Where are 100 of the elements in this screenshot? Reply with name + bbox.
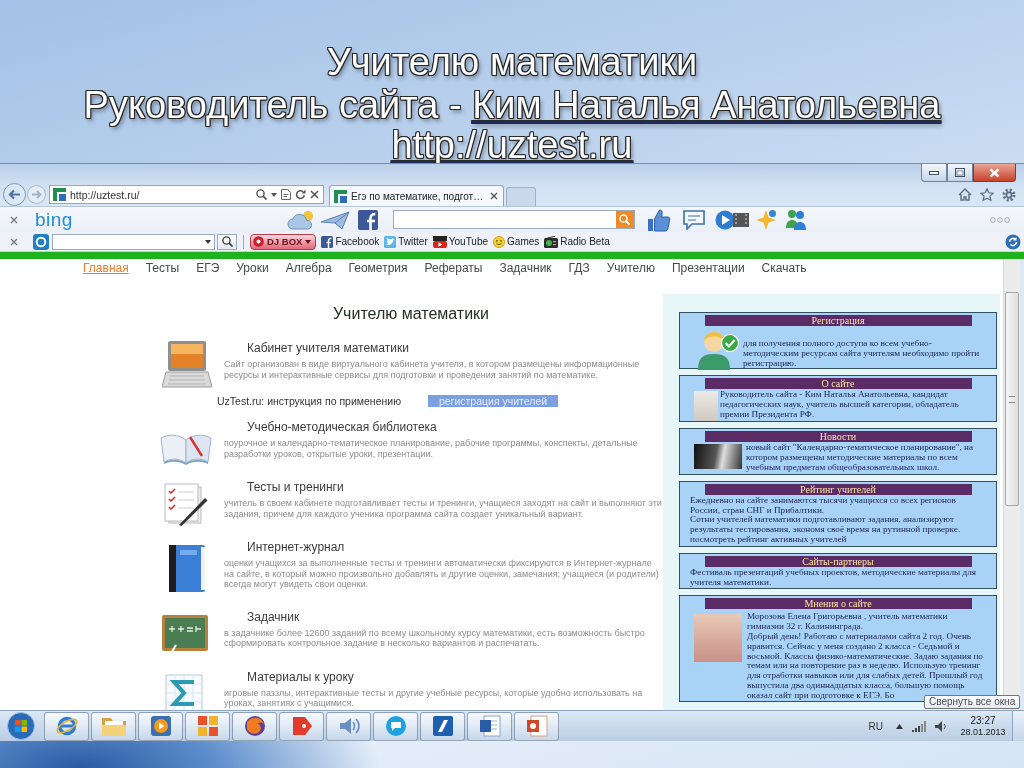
presentation-icon <box>525 715 548 737</box>
browser-tab[interactable]: Егэ по математике, подгот… <box>329 185 505 206</box>
signal-icon[interactable] <box>912 720 926 732</box>
people-icon[interactable] <box>784 209 807 230</box>
taskbar-button[interactable] <box>185 711 230 741</box>
toolbar-link[interactable]: Twitter <box>384 235 428 248</box>
section-title[interactable]: Учебно-методическая библиотека <box>247 420 662 434</box>
chat-icon[interactable] <box>682 209 705 230</box>
address-field[interactable]: http://uztest.ru/ <box>49 185 324 204</box>
close-icon[interactable] <box>310 190 319 199</box>
page-icon[interactable] <box>281 189 291 200</box>
taskbar-button[interactable] <box>420 711 465 741</box>
start-button[interactable] <box>6 711 36 741</box>
caret-icon[interactable] <box>205 239 211 244</box>
nav-link[interactable]: Презентации <box>671 260 745 275</box>
instruction-link[interactable]: UzTest.ru: инструкция по применению <box>217 395 402 407</box>
slide-subtitle: Руководитель сайта - <box>83 84 463 127</box>
paper-plane-icon[interactable] <box>319 209 350 230</box>
toolbar-link[interactable]: YouTube <box>432 235 489 248</box>
home-icon[interactable] <box>958 188 972 201</box>
section-title[interactable]: Задачник <box>247 609 662 624</box>
card-title: О сайте <box>704 378 972 390</box>
nav-link[interactable]: Тесты <box>145 260 180 275</box>
maximize-button[interactable] <box>947 164 973 182</box>
section-description: учитель в своем кабинете подготавливает тесты и тренинги, учащиеся заходят на сайт и выполняют эти задания, причем для каждого ученика программа сайта создает уникальный вариант. <box>224 498 662 519</box>
section-description: оценки учащихся за выполненные тесты и тренинги автоматически фиксируются в Интернет-журнале на сайте, в который можно произвольно добавлять и другие оценки, замечания; учащиеся (и родители) всегда могут увидеть свои оценки. <box>224 558 660 590</box>
caret-icon[interactable] <box>271 192 277 197</box>
f-logo-icon[interactable] <box>357 209 378 230</box>
taskbar-button[interactable] <box>467 711 512 741</box>
photo-placeholder <box>694 391 718 422</box>
start-logo-icon <box>7 712 35 740</box>
section-description: в задачнике более 12600 заданий по всему школьному курсу математики, есть возможность быстро сформировать контрольное задание в несколько вариантов и распечатать. <box>224 627 646 649</box>
smiley-icon <box>493 235 506 248</box>
toolbar-link[interactable]: Radio Beta <box>544 235 610 248</box>
taskbar-button[interactable] <box>44 711 89 741</box>
settings-icon[interactable] <box>1002 187 1016 202</box>
tag-icon <box>290 715 313 737</box>
site-logo-icon <box>53 188 66 201</box>
arrow-up-icon[interactable] <box>896 723 903 729</box>
card-text: Фестиваль презентаций учебных проектов, методические материалы для учителя математики. <box>690 567 977 588</box>
nav-link[interactable]: Алгебра <box>285 260 332 275</box>
taskbar-button[interactable] <box>232 711 277 741</box>
section-title[interactable]: Кабинет учителя математики <box>247 341 662 355</box>
close-button[interactable] <box>973 164 1016 182</box>
book-icon <box>167 545 207 592</box>
volume-icon[interactable] <box>935 720 947 732</box>
back-icon[interactable] <box>3 183 26 206</box>
nav-link[interactable]: Задачник <box>499 260 552 275</box>
close-icon <box>989 167 1000 178</box>
video-logo-icon <box>432 235 447 248</box>
page-heading: Учителю математики <box>331 304 491 324</box>
toolbar-link[interactable]: Facebook <box>321 235 380 248</box>
tiles-icon <box>196 715 219 737</box>
nav-link[interactable]: ГДЗ <box>568 260 590 275</box>
clock-time[interactable]: 23:27 <box>970 714 996 727</box>
taskbar-button[interactable] <box>279 711 324 741</box>
language-indicator[interactable]: RU <box>868 720 883 732</box>
star-icon[interactable] <box>980 187 994 202</box>
close-icon[interactable] <box>10 237 18 246</box>
nav-link[interactable]: Рефераты <box>424 260 483 275</box>
taskbar-button[interactable] <box>138 711 183 741</box>
refresh-icon[interactable] <box>295 189 306 200</box>
card-text: Сотни учителей математики подготавливают задания, анализируют результаты тестирования, экономя своё время на рутинной проверке. <box>690 515 962 535</box>
nav-link[interactable]: Уроки <box>236 260 269 275</box>
app-logo-icon[interactable] <box>33 233 49 250</box>
search-icon[interactable] <box>256 189 267 200</box>
section-title[interactable]: Тесты и тренинги <box>247 480 662 494</box>
dj-box-button[interactable]: DJ BOX <box>250 233 317 250</box>
slide-title: Учителю математики <box>326 41 698 84</box>
thumbs-up-icon[interactable] <box>646 207 671 232</box>
rating-link[interactable]: посмотреть рейтинг активных учителей <box>690 533 847 544</box>
search-field[interactable] <box>392 210 635 229</box>
close-icon[interactable] <box>490 192 499 200</box>
disc-icon <box>253 236 264 247</box>
taskbar-button[interactable] <box>326 711 371 741</box>
search-button[interactable] <box>217 233 237 250</box>
toolbar-search-field[interactable] <box>52 233 215 250</box>
open-book-icon <box>160 432 212 465</box>
refresh-icon[interactable] <box>1005 233 1021 250</box>
nav-link[interactable]: ЕГЭ <box>196 260 220 275</box>
toolbar-link[interactable]: Games <box>493 235 540 248</box>
nav-link[interactable]: Геометрия <box>348 260 408 275</box>
close-icon[interactable] <box>10 215 18 224</box>
show-desktop-button[interactable] <box>1012 711 1024 741</box>
card-title: Рейтинг учителей <box>704 483 972 495</box>
nav-link[interactable]: Скачать <box>761 260 807 275</box>
section-description: поурочное и календарно-тематическое планирование, рабочие программы, конспекты, детальные разработки уроков, открытые уроки, презентации. <box>224 438 639 459</box>
caret-icon <box>305 239 312 244</box>
section-title[interactable]: Интернет-журнал <box>247 540 662 554</box>
scrollbar-thumb[interactable] <box>1005 292 1019 506</box>
minimize-button[interactable] <box>921 164 947 182</box>
e-logo-icon <box>54 714 79 738</box>
taskbar-button[interactable] <box>514 711 559 741</box>
section-title[interactable]: Материалы к уроку <box>247 669 662 684</box>
play-icon <box>149 715 172 737</box>
nav-link[interactable]: Учителю <box>606 260 655 275</box>
video-icon[interactable] <box>714 209 749 230</box>
f-logo-icon <box>321 235 334 248</box>
card-text: Морозова Елена Григорьевна , учитель математики гимназии 32 г. Калининграда. <box>747 612 949 632</box>
clock-date[interactable]: 28.01.2013 <box>960 726 1006 738</box>
